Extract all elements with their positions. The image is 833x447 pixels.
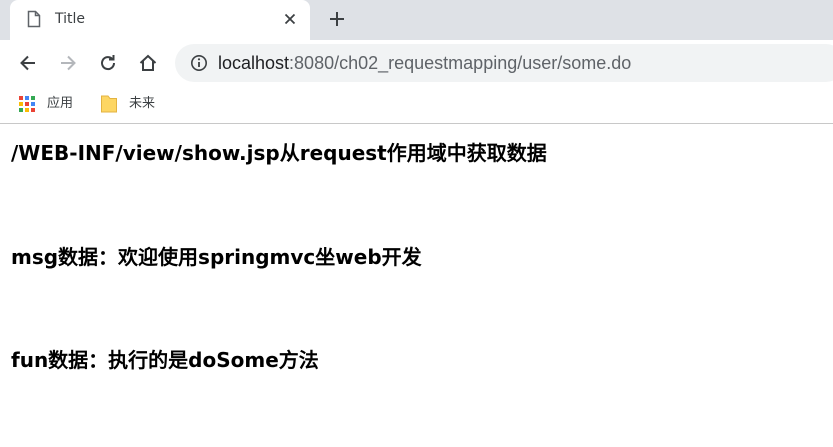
back-arrow-icon[interactable] xyxy=(17,52,39,74)
url-text[interactable]: localhost:8080/ch02_requestmapping/user/… xyxy=(218,53,631,73)
tab-active[interactable]: Title xyxy=(10,0,310,40)
reload-icon[interactable] xyxy=(97,52,119,74)
url-host: localhost xyxy=(218,53,290,73)
bookmarks-bar: 应用 未来 xyxy=(0,86,833,124)
close-icon[interactable] xyxy=(282,11,298,27)
apps-grid-icon xyxy=(19,96,35,112)
folder-icon xyxy=(101,95,117,113)
new-tab-plus-icon[interactable] xyxy=(327,9,347,29)
page-content: /WEB-INF/view/show.jsp从request作用域中获取数据 m… xyxy=(0,125,833,447)
tab-strip: Title xyxy=(0,0,833,40)
url-path: :8080/ch02_requestmapping/user/some.do xyxy=(289,53,632,73)
bookmark-folder[interactable]: 未来 xyxy=(100,94,170,114)
forward-arrow-icon[interactable] xyxy=(57,52,79,74)
info-icon[interactable] xyxy=(190,54,208,72)
browser-toolbar: localhost:8080/ch02_requestmapping/user/… xyxy=(0,40,833,86)
address-bar[interactable]: localhost:8080/ch02_requestmapping/user/… xyxy=(175,44,833,82)
msg-data-text: msg数据：欢迎使用springmvc坐web开发 xyxy=(11,245,422,269)
bookmark-label: 未来 xyxy=(129,96,156,111)
tab-title: Title xyxy=(55,11,86,27)
bookmark-label: 应用 xyxy=(47,96,74,111)
fun-data-text: fun数据：执行的是doSome方法 xyxy=(11,348,319,372)
bookmark-apps[interactable]: 应用 xyxy=(18,94,88,114)
page-heading: /WEB-INF/view/show.jsp从request作用域中获取数据 xyxy=(11,141,547,165)
home-icon[interactable] xyxy=(137,52,159,74)
document-icon xyxy=(27,10,41,28)
